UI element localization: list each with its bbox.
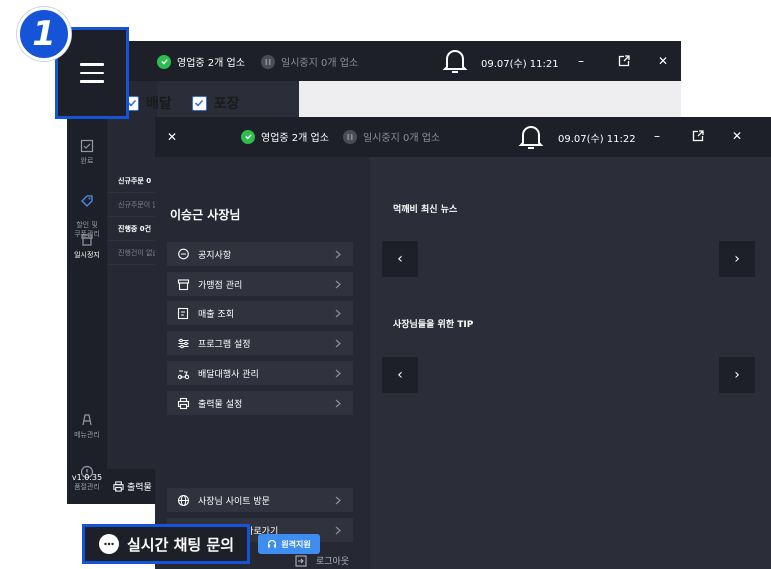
check-square-icon <box>80 139 94 153</box>
chevron-right-icon: › <box>734 251 740 267</box>
minimize-button[interactable]: – <box>649 128 665 144</box>
menu-drawer-window: ✕ 영업중 2개 업소 일시중지 0개 업소 09.07(수) 11:22 – … <box>155 117 771 569</box>
news-prev-button[interactable]: ‹ <box>382 241 418 277</box>
bg-sidebar-item-coupon[interactable]: 할인 및 쿠폰관리 <box>67 185 107 239</box>
chevron-right-icon <box>331 396 345 410</box>
checkbox-pickup[interactable]: 포장 <box>191 93 240 113</box>
logout-icon <box>295 554 307 567</box>
headset-icon <box>268 539 277 548</box>
menu-item-store-manage[interactable]: 가맹점 관리 <box>167 272 353 296</box>
minimize-button[interactable]: – <box>573 53 589 69</box>
check-circle-icon <box>157 54 171 69</box>
chevron-left-icon: ‹ <box>397 251 403 267</box>
hamburger-icon-line <box>80 80 104 83</box>
list-item: 진행건이 없습 <box>107 241 157 265</box>
menu-book-icon <box>82 414 92 426</box>
pause-icon <box>343 129 357 144</box>
list-item: 신규주문이 없 <box>107 193 157 217</box>
background-order-list: 신규주문 0 신규주문이 없 진행중 0건 진행건이 없습 <box>107 81 157 504</box>
pause-icon <box>261 54 275 69</box>
menu-item-delivery-agency[interactable]: 배달대행사 관리 <box>167 361 353 385</box>
chevron-left-icon: ‹ <box>397 367 403 383</box>
clock: 09.07(수) 11:21 <box>481 59 559 70</box>
chevron-right-icon <box>331 336 345 350</box>
chevron-right-icon <box>331 366 345 380</box>
store-icon <box>177 278 190 290</box>
store-icon <box>81 234 93 246</box>
chevron-right-icon <box>331 247 345 261</box>
order-type-checkboxes: 배달 포장 <box>124 93 240 113</box>
checkbox-checked-icon <box>191 95 207 111</box>
menu-item-program-settings[interactable]: 프로그램 설정 <box>167 331 353 355</box>
checkbox-delivery[interactable]: 배달 <box>124 93 172 113</box>
sliders-icon <box>178 338 189 348</box>
bg-print-button[interactable]: 출력물 <box>107 469 157 504</box>
check-circle-icon <box>241 129 255 144</box>
chevron-right-icon <box>331 306 345 320</box>
status-open: 영업중 2개 업소 <box>241 129 329 144</box>
chevron-right-icon <box>331 277 345 291</box>
chevron-right-icon <box>331 523 345 537</box>
menu-item-print-settings[interactable]: 출력물 설정 <box>167 391 353 415</box>
bg-sidebar-item-menu[interactable]: 메뉴관리 <box>67 413 107 440</box>
step-number-badge: 1 <box>17 7 71 61</box>
status-paused: 일시중지 0개 업소 <box>343 129 440 144</box>
printer-icon <box>177 397 190 409</box>
owner-name: 이승근 사장님 <box>170 208 241 222</box>
logout-button[interactable]: 로그아웃 <box>295 554 349 567</box>
printer-icon <box>113 481 124 492</box>
clock: 09.07(수) 11:22 <box>558 134 636 145</box>
background-title-bar: 영업중 2개 업소 일시중지 0개 업소 09.07(수) 11:21 – ✕ <box>67 41 681 81</box>
news-section-title: 먹깨비 최신 뉴스 <box>393 205 458 215</box>
menu-item-owner-site[interactable]: 사장님 사이트 방문 <box>167 488 353 512</box>
external-window-icon[interactable] <box>690 128 706 144</box>
scooter-icon <box>177 370 190 379</box>
menu-item-notice[interactable]: 공지사항 <box>167 242 353 266</box>
status-open: 영업중 2개 업소 <box>157 54 245 69</box>
tip-next-button[interactable]: › <box>719 357 755 393</box>
bell-icon[interactable] <box>518 123 544 155</box>
chat-bubble-icon <box>99 534 119 554</box>
close-button[interactable]: ✕ <box>655 53 671 69</box>
hamburger-icon-line <box>80 63 104 66</box>
close-drawer-button[interactable]: ✕ <box>164 129 180 145</box>
tag-icon <box>81 195 93 207</box>
background-content-panel <box>299 81 681 119</box>
side-menu-drawer: 이승근 사장님 공지사항 가맹점 관리 매출 조회 프로그램 설정 배달대행사 … <box>155 157 370 569</box>
list-item[interactable]: 진행중 0건 <box>107 217 157 241</box>
live-chat-button[interactable]: 실시간 채팅 문의 <box>82 524 250 564</box>
close-button[interactable]: ✕ <box>729 128 745 144</box>
external-window-icon[interactable] <box>616 53 632 69</box>
version-label: v1.0.35 <box>71 473 103 482</box>
list-item[interactable]: 신규주문 0 <box>107 169 157 193</box>
background-sidebar: 완료 할인 및 쿠폰관리 일시정지 메뉴관리 품절관리 <box>67 81 107 504</box>
status-paused: 일시중지 0개 업소 <box>261 54 358 69</box>
hamburger-icon-line <box>80 71 104 75</box>
edit-doc-icon <box>177 307 189 319</box>
bg-sidebar-item-pause[interactable]: 일시정지 <box>67 233 107 260</box>
front-title-bar: ✕ 영업중 2개 업소 일시중지 0개 업소 09.07(수) 11:22 – … <box>155 117 771 157</box>
bg-sidebar-item-done[interactable]: 완료 <box>67 139 107 166</box>
bell-icon[interactable] <box>442 47 468 79</box>
chevron-right-icon: › <box>734 367 740 383</box>
globe-icon <box>177 494 190 506</box>
tip-prev-button[interactable]: ‹ <box>382 357 418 393</box>
menu-item-sales[interactable]: 매출 조회 <box>167 301 353 325</box>
tip-section-title: 사장님들을 위한 TIP <box>393 320 474 330</box>
chevron-right-icon <box>331 493 345 507</box>
chat-icon <box>178 248 189 259</box>
remote-support-button[interactable]: 원격지원 <box>258 534 320 554</box>
news-next-button[interactable]: › <box>719 241 755 277</box>
